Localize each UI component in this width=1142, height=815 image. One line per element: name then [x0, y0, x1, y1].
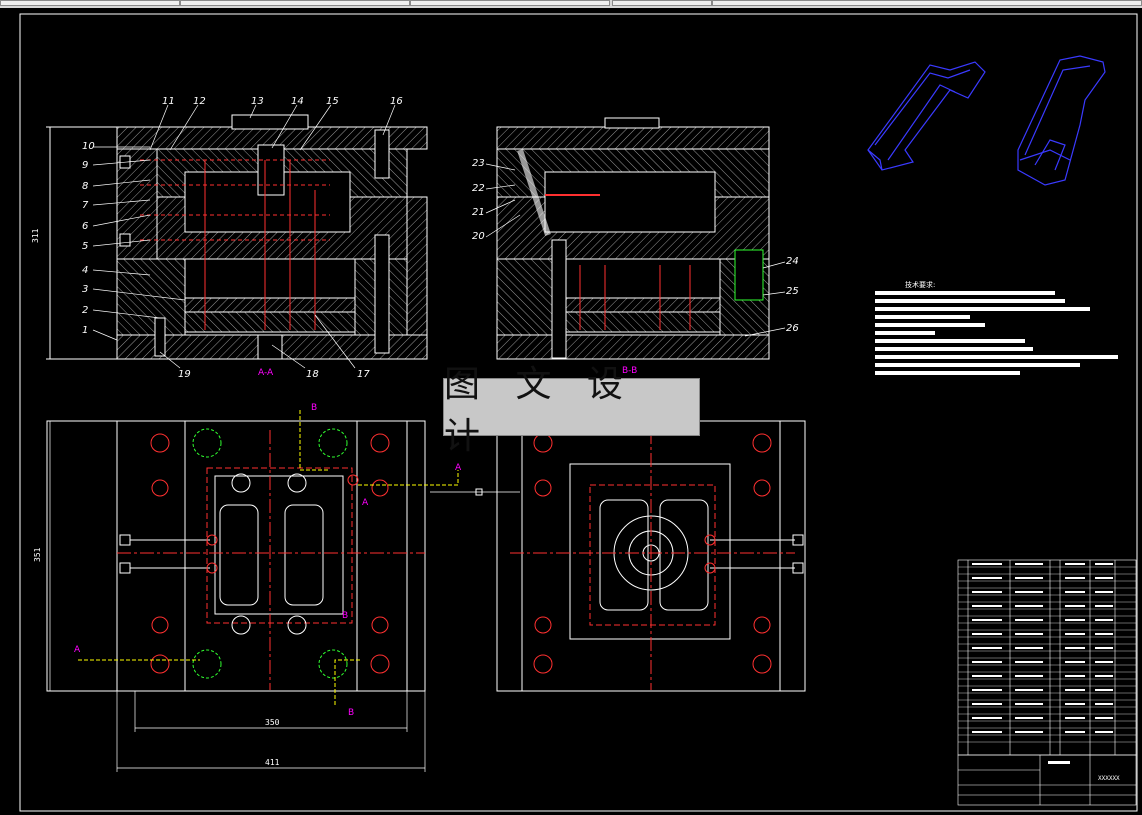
tech-requirements-lines	[875, 291, 1118, 375]
callout-7: 7	[82, 200, 89, 211]
callout-21: 21	[472, 207, 485, 218]
callout-26: 26	[786, 323, 799, 334]
dim-height-bottom: 351	[33, 547, 42, 562]
marker-b-bottom: B	[348, 708, 354, 718]
callout-17: 17	[357, 369, 370, 380]
section-markers: B B A A A B	[74, 403, 462, 718]
marker-a-right: A	[455, 463, 462, 473]
callout-9: 9	[82, 160, 88, 171]
plan-view-right	[430, 420, 806, 692]
callout-1: 1	[82, 325, 88, 336]
dim-width-outer: 411	[265, 758, 280, 767]
tech-requirements-title: 技术要求:	[905, 280, 935, 289]
section-aa-view	[46, 114, 428, 360]
parts-list-text-blocks	[972, 563, 1113, 733]
callout-3: 3	[82, 284, 88, 295]
callout-12: 12	[193, 96, 206, 107]
watermark-banner: 图 文 设 计	[443, 364, 700, 457]
callout-14: 14	[291, 96, 304, 107]
callout-24: 24	[786, 256, 799, 267]
parts-list-table	[957, 559, 1137, 756]
marker-a-inner: A	[362, 498, 369, 508]
marker-b-inner: B	[342, 611, 348, 621]
title-block-code: XXXXXX	[1098, 775, 1120, 782]
marker-a-left: A	[74, 645, 81, 655]
callout-10: 10	[82, 141, 95, 152]
callout-13: 13	[251, 96, 264, 107]
marker-b-top: B	[311, 403, 317, 413]
callout-6: 6	[82, 221, 88, 232]
plan-dimensions	[49, 421, 426, 772]
callout-18: 18	[306, 369, 319, 380]
callout-4: 4	[82, 265, 88, 276]
callout-2: 2	[82, 305, 88, 316]
callout-23: 23	[472, 158, 485, 169]
callout-5: 5	[82, 241, 88, 252]
iso-part-2	[1017, 55, 1106, 186]
callout-22: 22	[472, 183, 485, 194]
callout-16: 16	[390, 96, 403, 107]
parts-list-rows	[958, 566, 1136, 743]
dim-height-top: 311	[31, 228, 40, 243]
callout-8: 8	[82, 181, 88, 192]
dim-width-inner: 350	[265, 718, 280, 727]
callout-15: 15	[326, 96, 339, 107]
callout-19: 19	[178, 369, 191, 380]
callout-25: 25	[786, 286, 799, 297]
iso-part-1	[867, 61, 986, 171]
section-bb-view	[496, 117, 770, 360]
title-block-name	[1048, 761, 1070, 764]
label-section-aa: A-A	[258, 368, 274, 378]
plan-view-left	[46, 420, 426, 692]
callout-11: 11	[162, 96, 175, 107]
callout-20: 20	[472, 231, 485, 242]
